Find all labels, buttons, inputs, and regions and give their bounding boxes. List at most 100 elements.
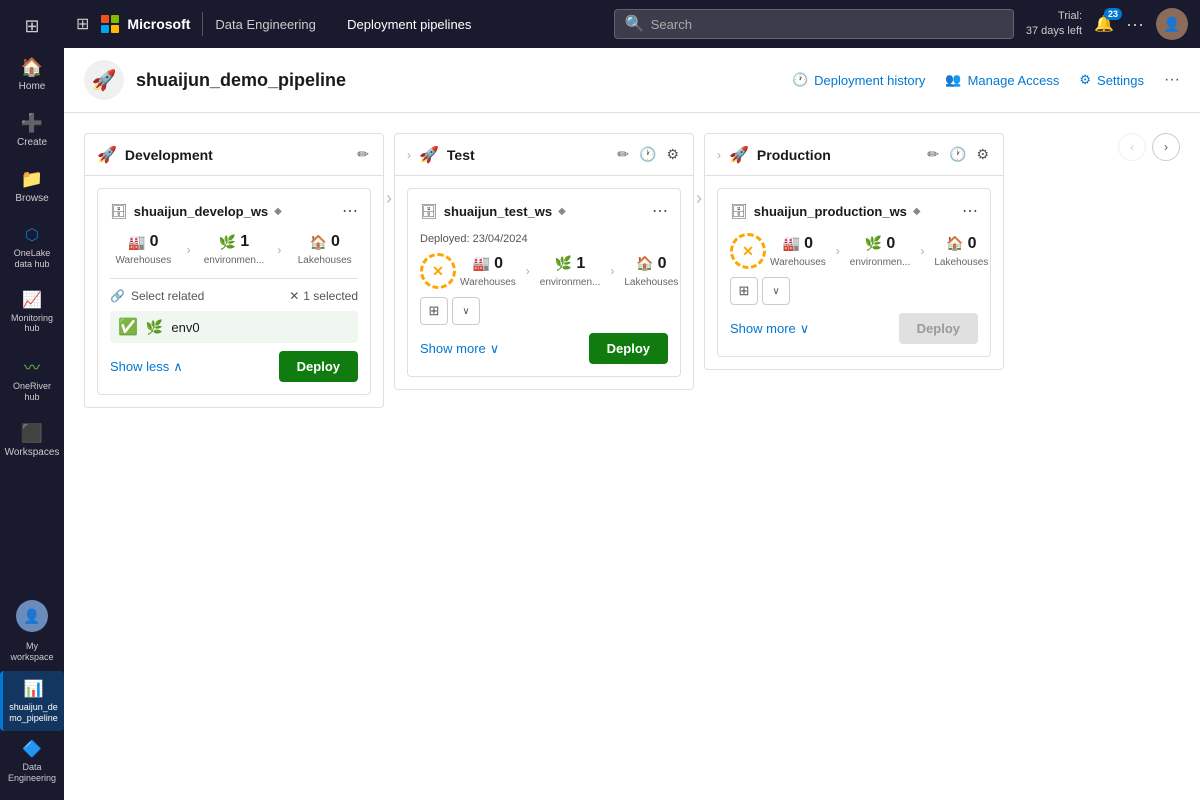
prev-stage-button[interactable]: ‹	[1118, 133, 1146, 161]
development-deploy-button[interactable]: Deploy	[279, 351, 358, 382]
sidebar-item-workspaces[interactable]: ⬛ Workspaces	[0, 415, 64, 467]
production-deploy-status: ✕	[730, 233, 766, 269]
production-stats-row: 🏭 0 Warehouses › 🌿 0	[770, 235, 988, 268]
header-more-icon[interactable]: ···	[1164, 71, 1180, 89]
test-compare-button[interactable]: ⊞	[420, 297, 448, 325]
search-icon: 🔍	[625, 14, 645, 34]
next-stage-button[interactable]: ›	[1152, 133, 1180, 161]
production-stage-header: › 🚀 Production ✏ 🕐 ⚙	[705, 134, 1003, 176]
sidebar-item-browse[interactable]: 📁 Browse	[0, 161, 64, 213]
environments-label: environmen...	[540, 277, 601, 288]
sidebar-item-data-engineering[interactable]: 🔷 Data Engineering	[0, 731, 64, 792]
settings-link[interactable]: ⚙ Settings	[1079, 72, 1144, 88]
production-action-buttons: ⊞ ∨	[730, 277, 978, 305]
user-avatar[interactable]: 👤	[1156, 8, 1188, 40]
brand-logo: Microsoft	[101, 15, 190, 33]
sidebar-item-label: Workspaces	[5, 447, 60, 459]
onelake-icon: ⬡	[25, 225, 39, 245]
test-settings-button[interactable]: ⚙	[664, 144, 681, 165]
production-workspace-menu[interactable]: ⋯	[962, 201, 978, 221]
development-warehouses-stat: 🏭 0 Warehouses	[110, 233, 177, 266]
development-stats-row: 🏭 0 Warehouses › 🌿 1	[110, 233, 358, 266]
deployment-history-link[interactable]: 🕐 Deployment history	[792, 72, 925, 88]
test-workspace-card: 🗄 shuaijun_test_ws ◆ ⋯ Deployed: 23/04/2…	[407, 188, 681, 377]
production-deploy-button[interactable]: Deploy	[899, 313, 978, 344]
sidebar-item-home[interactable]: 🏠 Home	[0, 49, 64, 101]
test-lakehouses-stat: 🏠 0 Lakehouses	[624, 255, 678, 288]
nav-page: Deployment pipelines	[347, 17, 471, 32]
lakehouses-icon: 🏠	[310, 234, 327, 251]
development-workspace-menu[interactable]: ⋯	[342, 201, 358, 221]
sidebar-item-label: Monitoringhub	[11, 313, 53, 335]
env-name: env0	[171, 320, 199, 335]
sidebar-item-create[interactable]: ➕ Create	[0, 105, 64, 157]
sidebar-item-onelake[interactable]: ⬡ OneLakedata hub	[0, 217, 64, 278]
show-less-text: Show less	[110, 359, 169, 374]
lakehouses-label: Lakehouses	[624, 277, 678, 288]
test-prod-connector: ›	[694, 188, 704, 209]
development-edit-button[interactable]: ✏	[355, 144, 371, 165]
test-stats-with-status: ✕ 🏭 0 Warehouses ›	[420, 253, 668, 289]
sidebar-item-label: Create	[17, 137, 47, 149]
test-workspace-header: 🗄 shuaijun_test_ws ◆ ⋯	[420, 201, 668, 221]
more-options-icon[interactable]: ···	[1126, 14, 1144, 35]
workspace-icon: 🗄	[420, 203, 438, 220]
test-header-actions: ✏ 🕐 ⚙	[615, 144, 681, 165]
test-show-more-button[interactable]: Show more ∨	[420, 335, 499, 363]
production-warehouses-count: 0	[804, 235, 813, 253]
test-edit-button[interactable]: ✏	[615, 144, 631, 165]
test-expand-left[interactable]: ›	[407, 148, 411, 162]
search-bar[interactable]: 🔍	[614, 9, 1014, 39]
connector-arrow-icon: ›	[386, 188, 392, 209]
production-edit-button[interactable]: ✏	[925, 144, 941, 165]
search-input[interactable]	[651, 17, 1003, 32]
test-deploy-button[interactable]: Deploy	[589, 333, 668, 364]
show-more-text: Show more	[420, 341, 486, 356]
warehouses-icon: 🏭	[128, 234, 145, 251]
sidebar-grid-icon[interactable]: ⊞	[0, 8, 64, 45]
workspace-icon: 🗄	[110, 203, 128, 220]
test-warehouses-stat: 🏭 0 Warehouses	[460, 255, 516, 288]
development-workspace-header: 🗄 shuaijun_develop_ws ◆ ⋯	[110, 201, 358, 221]
development-header-actions: ✏	[355, 144, 371, 165]
test-workspace-menu[interactable]: ⋯	[652, 201, 668, 221]
production-history-button[interactable]: 🕐	[947, 144, 968, 165]
sidebar-item-pipeline[interactable]: 📊 shuaijun_demo_pipeline	[0, 671, 64, 732]
warehouses-label: Warehouses	[115, 255, 171, 266]
production-compare-button[interactable]: ⊞	[730, 277, 758, 305]
production-workspace-header: 🗄 shuaijun_production_ws ◆ ⋯	[730, 201, 978, 221]
env-item-env0[interactable]: ✅ 🌿 env0	[110, 311, 358, 343]
sidebar-item-label: OneLakedata hub	[14, 248, 51, 270]
manage-access-label: Manage Access	[968, 73, 1060, 88]
microsoft-logo	[101, 15, 119, 33]
stage-production: › 🚀 Production ✏ 🕐 ⚙ 🗄 shuaiju	[704, 133, 1004, 370]
data-engineering-icon: 🔷	[22, 739, 42, 759]
notification-badge: 23	[1104, 8, 1122, 20]
sidebar-item-label: Myworkspace	[10, 641, 53, 663]
warehouses-label: Warehouses	[460, 277, 516, 288]
notifications-button[interactable]: 🔔 23	[1094, 14, 1114, 34]
test-expand-button[interactable]: ∨	[452, 297, 480, 325]
test-environments-count: 1	[576, 255, 585, 273]
production-expand-button[interactable]: ∨	[762, 277, 790, 305]
production-settings-button[interactable]: ⚙	[974, 144, 991, 165]
app-grid-icon[interactable]: ⊞	[76, 14, 89, 34]
sidebar-item-monitoring[interactable]: 📈 Monitoringhub	[0, 282, 64, 343]
clear-selection-icon[interactable]: ✕	[289, 289, 299, 303]
sidebar-item-label: Browse	[15, 193, 48, 205]
show-less-button[interactable]: Show less ∧	[110, 353, 183, 381]
sidebar-item-myworkspace[interactable]: 👤 Myworkspace	[0, 586, 64, 671]
sidebar-item-label: shuaijun_demo_pipeline	[9, 702, 58, 724]
manage-access-link[interactable]: 👥 Manage Access	[945, 72, 1059, 88]
development-workspace-name-row: 🗄 shuaijun_develop_ws ◆	[110, 203, 282, 220]
workspace-diamond-icon: ◆	[913, 206, 921, 217]
sidebar-item-oneriver[interactable]: 〰 OneRiverhub	[0, 346, 64, 411]
test-history-button[interactable]: 🕐	[637, 144, 658, 165]
development-workspace-name: shuaijun_develop_ws	[134, 204, 268, 219]
production-expand-left[interactable]: ›	[717, 148, 721, 162]
production-show-more-button[interactable]: Show more ∨	[730, 315, 809, 343]
grid-icon: ⊞	[24, 16, 39, 37]
production-warehouses-stat: 🏭 0 Warehouses	[770, 235, 826, 268]
environments-icon: 🌿	[219, 234, 236, 251]
development-workspace-card: 🗄 shuaijun_develop_ws ◆ ⋯ 🏭 0	[97, 188, 371, 395]
